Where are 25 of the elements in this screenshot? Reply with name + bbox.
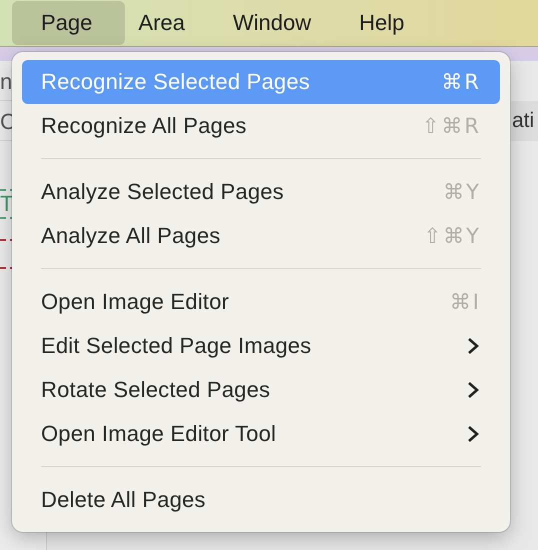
chevron-right-icon [467,337,479,355]
keyboard-shortcut: ⌘Y [443,180,481,204]
menu-item-label: Open Image Editor Tool [41,421,278,447]
menu-item[interactable]: Open Image Editor ⌘I [22,280,500,324]
menu-item-label: Delete All Pages [41,487,207,513]
menu-item[interactable]: Open Image Editor Tool [22,412,500,456]
menu-bar-item[interactable]: Area [138,1,185,45]
keyboard-shortcut: ⇧⌘Y [424,224,481,248]
menu-item[interactable]: Delete All Pages [22,478,500,522]
keyboard-shortcut: ⇧⌘R [422,114,481,138]
menu-item-label: Rotate Selected Pages [41,377,272,403]
menu-item-label: Edit Selected Page Images [41,333,312,359]
column-header: ati [511,101,538,141]
chevron-right-icon [467,425,479,443]
keyboard-shortcut: ⌘R [441,70,481,94]
menu-bar-item[interactable]: Page [12,1,126,45]
menu-item-label: Analyze All Pages [41,223,222,249]
menu-item[interactable]: Edit Selected Page Images [22,324,500,368]
keyboard-shortcut: ⌘I [450,290,481,314]
menu-item[interactable]: Rotate Selected Pages [22,368,500,412]
chevron-right-icon [467,381,479,399]
menu-item-label: Analyze Selected Pages [41,179,285,205]
menu-bar-item[interactable]: Window [232,1,312,45]
menu-bar-item[interactable]: Help [359,1,404,45]
menu-item-label: Open Image Editor [41,289,230,315]
